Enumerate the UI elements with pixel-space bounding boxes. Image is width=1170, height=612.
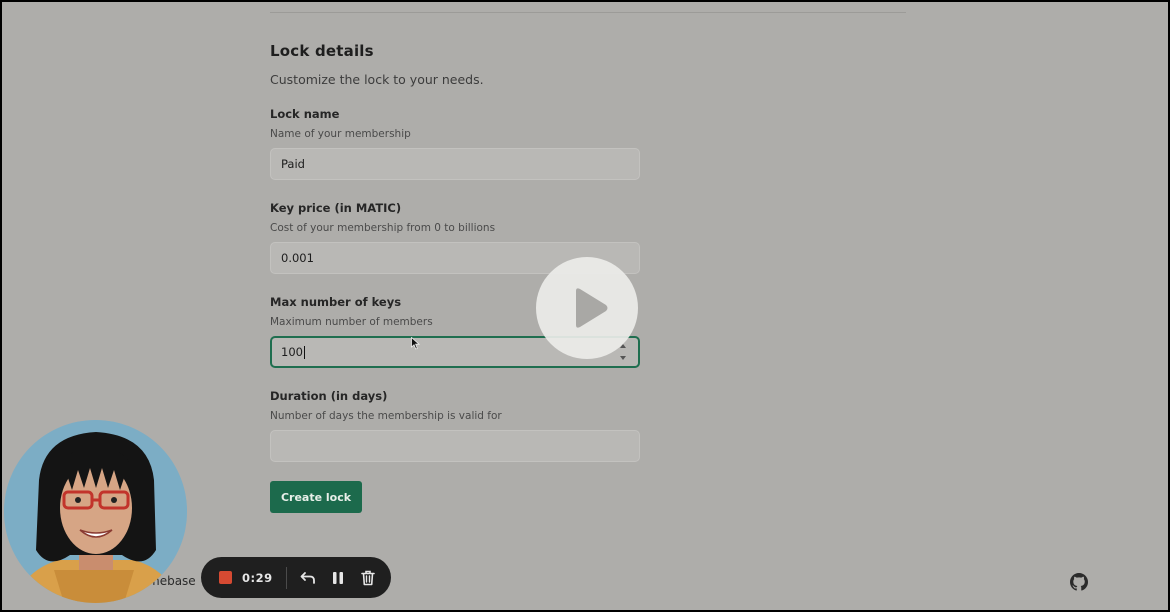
recording-toolbar: 0:29: [201, 557, 391, 598]
max-keys-value: 100: [281, 345, 303, 359]
text-caret: [303, 346, 305, 359]
play-icon: [576, 288, 608, 328]
form-title: Lock details: [270, 42, 374, 60]
stop-record-icon[interactable]: [219, 571, 232, 584]
duration-input[interactable]: [270, 430, 640, 462]
create-lock-button[interactable]: Create lock: [270, 481, 362, 513]
form-subtitle: Customize the lock to your needs.: [270, 72, 484, 87]
key-price-help: Cost of your membership from 0 to billio…: [270, 222, 496, 234]
play-button[interactable]: [536, 257, 638, 359]
trash-icon[interactable]: [359, 569, 377, 587]
key-price-label: Key price (in MATIC): [270, 201, 402, 215]
key-price-value: 0.001: [281, 251, 314, 265]
lock-name-input[interactable]: Paid: [270, 148, 640, 180]
toolbar-divider: [285, 566, 287, 589]
lock-name-help: Name of your membership: [270, 128, 411, 140]
github-icon[interactable]: [1070, 573, 1088, 595]
lock-name-label: Lock name: [270, 107, 340, 121]
max-keys-help: Maximum number of members: [270, 316, 433, 328]
max-keys-label: Max number of keys: [270, 295, 402, 309]
undo-icon[interactable]: [299, 569, 317, 587]
pause-icon[interactable]: [329, 569, 347, 587]
mouse-cursor-icon: [411, 335, 421, 354]
video-frame: Lock details Customize the lock to your …: [2, 2, 1168, 610]
recording-time: 0:29: [242, 570, 273, 585]
duration-help: Number of days the membership is valid f…: [270, 410, 502, 422]
presenter-avatar: [4, 420, 187, 603]
lock-name-value: Paid: [281, 157, 305, 171]
duration-label: Duration (in days): [270, 389, 388, 403]
section-divider: [270, 12, 906, 13]
